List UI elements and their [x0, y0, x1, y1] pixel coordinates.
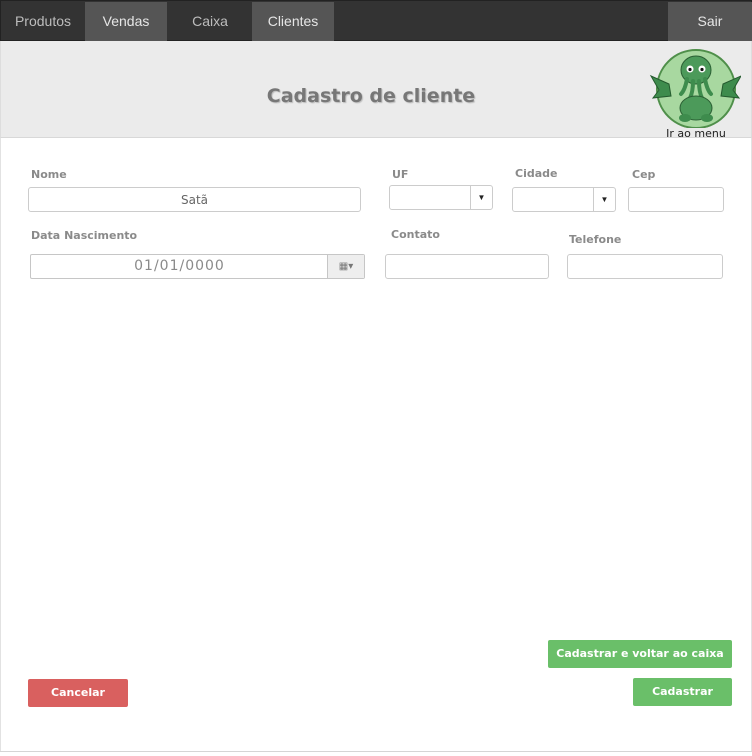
nav-tab-produtos[interactable]: Produtos [2, 2, 84, 42]
telefone-field[interactable] [567, 254, 723, 279]
cadastrar-voltar-caixa-button[interactable]: Cadastrar e voltar ao caixa [548, 640, 732, 668]
data-nascimento-field[interactable]: 01/01/0000 ▦▾ [30, 254, 365, 279]
nav-tab-caixa[interactable]: Caixa [169, 2, 251, 42]
uf-label: UF [392, 168, 409, 181]
data-nascimento-label: Data Nascimento [31, 229, 138, 242]
menu-link[interactable]: Ir ao menu [656, 127, 736, 140]
chevron-down-icon: ▼ [593, 188, 615, 211]
cep-field[interactable] [628, 187, 724, 212]
telefone-label: Telefone [569, 233, 622, 246]
uf-select[interactable]: ▼ [389, 185, 493, 210]
nav-tab-vendas[interactable]: Vendas [85, 2, 167, 42]
nav-tab-clientes[interactable]: Clientes [252, 2, 334, 42]
cep-label: Cep [632, 168, 656, 181]
content-border-left [0, 138, 1, 752]
data-nascimento-value: 01/01/0000 [134, 258, 225, 274]
logout-button[interactable]: Sair [668, 2, 752, 42]
cidade-select[interactable]: ▼ [512, 187, 616, 212]
top-navbar: Produtos Vendas Caixa Clientes Sair [0, 0, 752, 42]
chevron-down-icon: ▼ [470, 186, 492, 209]
page-header: Cadastro de cliente Ir ao menu [0, 41, 752, 140]
contato-field[interactable] [385, 254, 549, 279]
cthulhu-mascot-icon[interactable] [647, 46, 741, 128]
cadastrar-button[interactable]: Cadastrar [633, 678, 732, 706]
calendar-icon[interactable]: ▦▾ [327, 255, 364, 278]
cancelar-button[interactable]: Cancelar [28, 679, 128, 707]
nome-field[interactable] [28, 187, 361, 212]
contato-label: Contato [391, 228, 440, 241]
footer-divider [0, 751, 752, 752]
nome-label: Nome [31, 168, 67, 181]
cidade-label: Cidade [515, 167, 558, 180]
page-title: Cadastro de cliente [266, 85, 476, 107]
